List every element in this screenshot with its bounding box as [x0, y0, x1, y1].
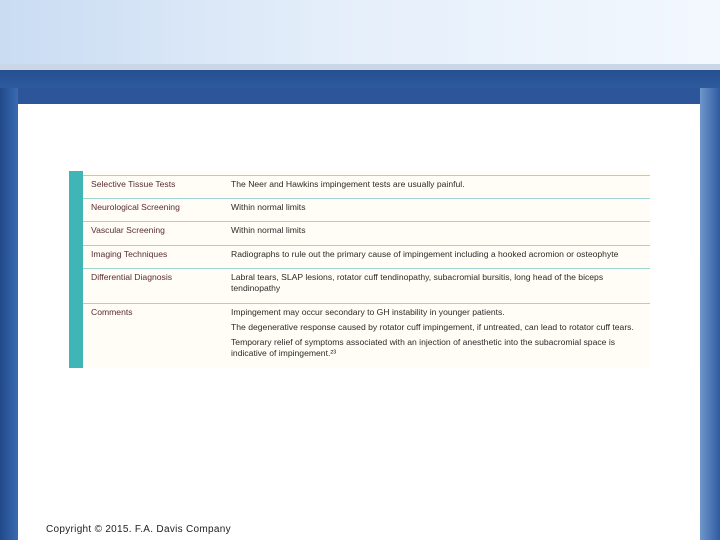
table-row-comments: Comments Impingement may occur secondary… — [83, 303, 650, 368]
row-label: Neurological Screening — [91, 202, 180, 212]
row-label: Imaging Techniques — [91, 249, 168, 259]
table-row-selective-tissue-tests: Selective Tissue Tests The Neer and Hawk… — [83, 175, 650, 198]
row-value: The Neer and Hawkins impingement tests a… — [231, 179, 646, 191]
table-row-neurological-screening: Neurological Screening Within normal lim… — [83, 198, 650, 221]
slide-content-area: Selective Tissue Tests The Neer and Hawk… — [18, 104, 700, 540]
table-accent-bar — [69, 171, 83, 368]
row-value-line: Radiographs to rule out the primary caus… — [231, 249, 619, 259]
row-value-line: The Neer and Hawkins impingement tests a… — [231, 179, 465, 189]
row-value: Within normal limits — [231, 225, 646, 237]
row-value-line: Labral tears, SLAP lesions, rotator cuff… — [231, 272, 604, 293]
row-value: Within normal limits — [231, 202, 646, 214]
table-row-imaging-techniques: Imaging Techniques Radiographs to rule o… — [83, 245, 650, 268]
row-value-line: The degenerative response caused by rota… — [231, 322, 634, 332]
copyright-footer: Copyright © 2015. F.A. Davis Company — [46, 524, 231, 535]
row-label: Selective Tissue Tests — [91, 179, 176, 189]
row-value: Impingement may occur secondary to GH in… — [231, 307, 646, 360]
clinical-summary-table: Selective Tissue Tests The Neer and Hawk… — [69, 171, 650, 368]
row-label: Comments — [91, 307, 133, 317]
row-value-line: Within normal limits — [231, 202, 306, 212]
row-value: Radiographs to rule out the primary caus… — [231, 249, 646, 261]
row-label: Vascular Screening — [91, 225, 165, 235]
title-band — [0, 0, 720, 64]
left-border — [0, 88, 18, 540]
row-value-line: Temporary relief of symptoms associated … — [231, 337, 616, 358]
right-border — [700, 88, 720, 540]
title-divider-dark — [0, 70, 720, 88]
row-value-line: Within normal limits — [231, 225, 306, 235]
row-label: Differential Diagnosis — [91, 272, 173, 282]
row-value: Labral tears, SLAP lesions, rotator cuff… — [231, 272, 611, 295]
table-row-vascular-screening: Vascular Screening Within normal limits — [83, 221, 650, 244]
row-value-line: Impingement may occur secondary to GH in… — [231, 307, 505, 317]
table-row-differential-diagnosis: Differential Diagnosis Labral tears, SLA… — [83, 268, 650, 303]
